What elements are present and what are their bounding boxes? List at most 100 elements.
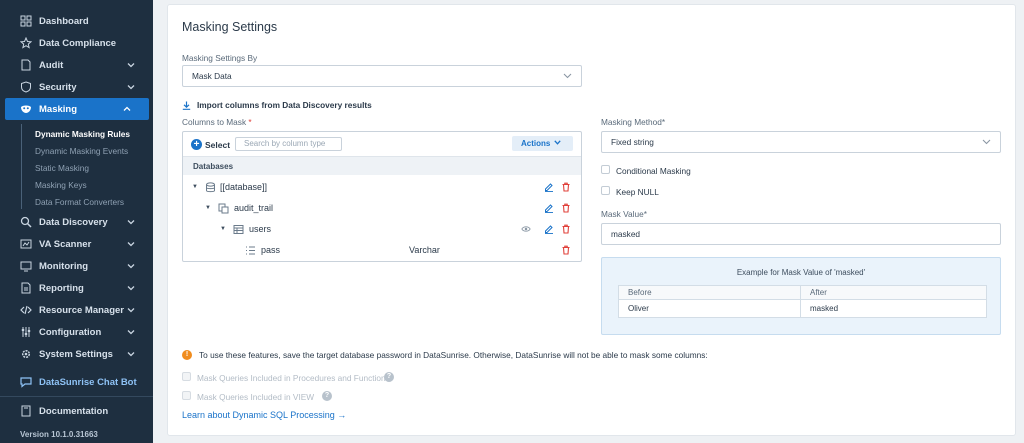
- table-icon: [233, 224, 244, 234]
- mask-value-input[interactable]: masked: [601, 223, 1001, 245]
- column-type: Varchar: [409, 245, 440, 255]
- mask-view-checkbox[interactable]: [182, 391, 191, 400]
- sidebar-item-label: Dashboard: [39, 15, 89, 27]
- audit-icon: [20, 59, 32, 71]
- sidebar-item-label: VA Scanner: [39, 238, 92, 250]
- mask-procedures-label: Mask Queries Included in Procedures and …: [197, 373, 390, 383]
- warning-text: To use these features, save the target d…: [199, 350, 708, 360]
- expand-icon[interactable]: ▼: [220, 226, 226, 232]
- chevron-down-icon: [127, 264, 135, 269]
- actions-label: Actions: [521, 139, 551, 148]
- conditional-masking-checkbox[interactable]: [601, 165, 610, 174]
- mask-example-box: Example for Mask Value of 'masked' Befor…: [601, 257, 1001, 335]
- tree-row-database[interactable]: ▼ [[database]]: [183, 177, 581, 197]
- column-type-search-input[interactable]: Search by column type: [235, 137, 342, 151]
- edit-icon[interactable]: [544, 224, 554, 234]
- sidebar-item-reporting[interactable]: Reporting: [0, 277, 153, 299]
- dynamic-sql-link-label: Learn about Dynamic SQL Processing: [182, 410, 335, 420]
- chevron-down-icon: [563, 73, 572, 79]
- eye-icon[interactable]: [521, 224, 531, 234]
- sidebar-subitem-masking-keys[interactable]: Masking Keys: [35, 180, 87, 190]
- sidebar-item-label: Configuration: [39, 326, 102, 338]
- tree-row-label: audit_trail: [234, 203, 274, 213]
- help-icon[interactable]: ?: [322, 391, 332, 401]
- chevron-down-icon: [127, 85, 135, 90]
- import-columns-link[interactable]: Import columns from Data Discovery resul…: [182, 100, 372, 110]
- sidebar-item-data-discovery[interactable]: Data Discovery: [0, 211, 153, 233]
- masking-method-select[interactable]: Fixed string: [601, 131, 1001, 153]
- example-title: Example for Mask Value of 'masked': [736, 268, 866, 277]
- sidebar-item-label: Data Discovery: [39, 216, 108, 228]
- sidebar-item-masking[interactable]: Masking: [5, 98, 149, 120]
- sidebar-item-data-compliance[interactable]: Data Compliance: [0, 32, 153, 54]
- sidebar-item-label: Monitoring: [39, 260, 89, 272]
- sidebar: Dashboard Data Compliance Audit Security…: [0, 0, 153, 443]
- delete-icon[interactable]: [561, 182, 571, 192]
- example-before-value: Oliver: [618, 299, 801, 318]
- sidebar-item-label: Data Compliance: [39, 37, 117, 49]
- keep-null-label: Keep NULL: [616, 187, 659, 197]
- delete-icon[interactable]: [561, 224, 571, 234]
- tree-header: Databases: [183, 157, 581, 175]
- monitoring-icon: [20, 260, 32, 272]
- tree-row-column[interactable]: pass Varchar: [183, 240, 581, 260]
- expand-icon[interactable]: ▼: [192, 184, 198, 190]
- search-icon: [20, 216, 32, 228]
- keep-null-checkbox[interactable]: [601, 186, 610, 195]
- expand-icon[interactable]: ▼: [205, 205, 211, 211]
- add-icon[interactable]: +: [191, 139, 202, 150]
- chevron-down-icon: [127, 308, 135, 313]
- sidebar-item-monitoring[interactable]: Monitoring: [0, 255, 153, 277]
- page-title: Masking Settings: [182, 20, 278, 34]
- chevron-down-icon: [127, 220, 135, 225]
- chatbot-button[interactable]: DataSunrise Chat Bot: [0, 372, 153, 392]
- delete-icon[interactable]: [561, 245, 571, 255]
- mask-view-label: Mask Queries Included in VIEW: [197, 392, 315, 402]
- sidebar-item-documentation[interactable]: Documentation: [0, 400, 153, 422]
- sidebar-subitem-static-masking[interactable]: Static Masking: [35, 163, 89, 173]
- chevron-down-icon: [127, 330, 135, 335]
- masking-by-label: Masking Settings By: [182, 53, 258, 63]
- submenu-line: [21, 124, 22, 209]
- import-columns-label: Import columns from Data Discovery resul…: [197, 100, 372, 110]
- book-icon: [20, 405, 32, 417]
- sidebar-subitem-data-format-converters[interactable]: Data Format Converters: [35, 197, 124, 207]
- masking-by-select[interactable]: Mask Data: [182, 65, 582, 87]
- masking-method-value: Fixed string: [611, 137, 654, 147]
- mask-procedures-checkbox[interactable]: [182, 372, 191, 381]
- edit-icon[interactable]: [544, 182, 554, 192]
- password-warning: ! To use these features, save the target…: [182, 350, 708, 360]
- actions-button[interactable]: Actions: [512, 136, 573, 151]
- tree-row-label: pass: [261, 245, 281, 255]
- conditional-masking-label: Conditional Masking: [616, 166, 691, 176]
- sidebar-item-dashboard[interactable]: Dashboard: [0, 10, 153, 32]
- sidebar-item-label: Reporting: [39, 282, 84, 294]
- sliders-icon: [20, 326, 32, 338]
- example-table: Before After Oliver masked: [618, 285, 987, 318]
- sidebar-item-label: System Settings: [39, 348, 113, 360]
- sidebar-subitem-dynamic-masking-events[interactable]: Dynamic Masking Events: [35, 146, 128, 156]
- code-icon: [20, 304, 32, 316]
- tree-row-label: users: [249, 224, 272, 234]
- scanner-icon: [20, 238, 32, 250]
- sidebar-item-audit[interactable]: Audit: [0, 54, 153, 76]
- select-button[interactable]: Select: [205, 140, 230, 150]
- tree-row-table[interactable]: ▼ users: [183, 219, 581, 239]
- edit-icon[interactable]: [544, 203, 554, 213]
- sidebar-item-security[interactable]: Security: [0, 76, 153, 98]
- masking-icon: [20, 103, 32, 115]
- sidebar-item-resource-manager[interactable]: Resource Manager: [0, 299, 153, 321]
- dashboard-icon: [20, 15, 32, 27]
- sidebar-item-configuration[interactable]: Configuration: [0, 321, 153, 343]
- shield-icon: [20, 81, 32, 93]
- help-icon[interactable]: ?: [384, 372, 394, 382]
- dynamic-sql-link[interactable]: Learn about Dynamic SQL Processing →: [182, 410, 346, 420]
- delete-icon[interactable]: [561, 203, 571, 213]
- sidebar-item-system-settings[interactable]: System Settings: [0, 343, 153, 365]
- example-header-before: Before: [618, 285, 801, 300]
- column-icon: [246, 246, 255, 254]
- sidebar-item-va-scanner[interactable]: VA Scanner: [0, 233, 153, 255]
- sidebar-subitem-dynamic-masking-rules[interactable]: Dynamic Masking Rules: [35, 129, 130, 139]
- chatbot-label: DataSunrise Chat Bot: [39, 376, 137, 388]
- tree-row-schema[interactable]: ▼ audit_trail: [183, 198, 581, 218]
